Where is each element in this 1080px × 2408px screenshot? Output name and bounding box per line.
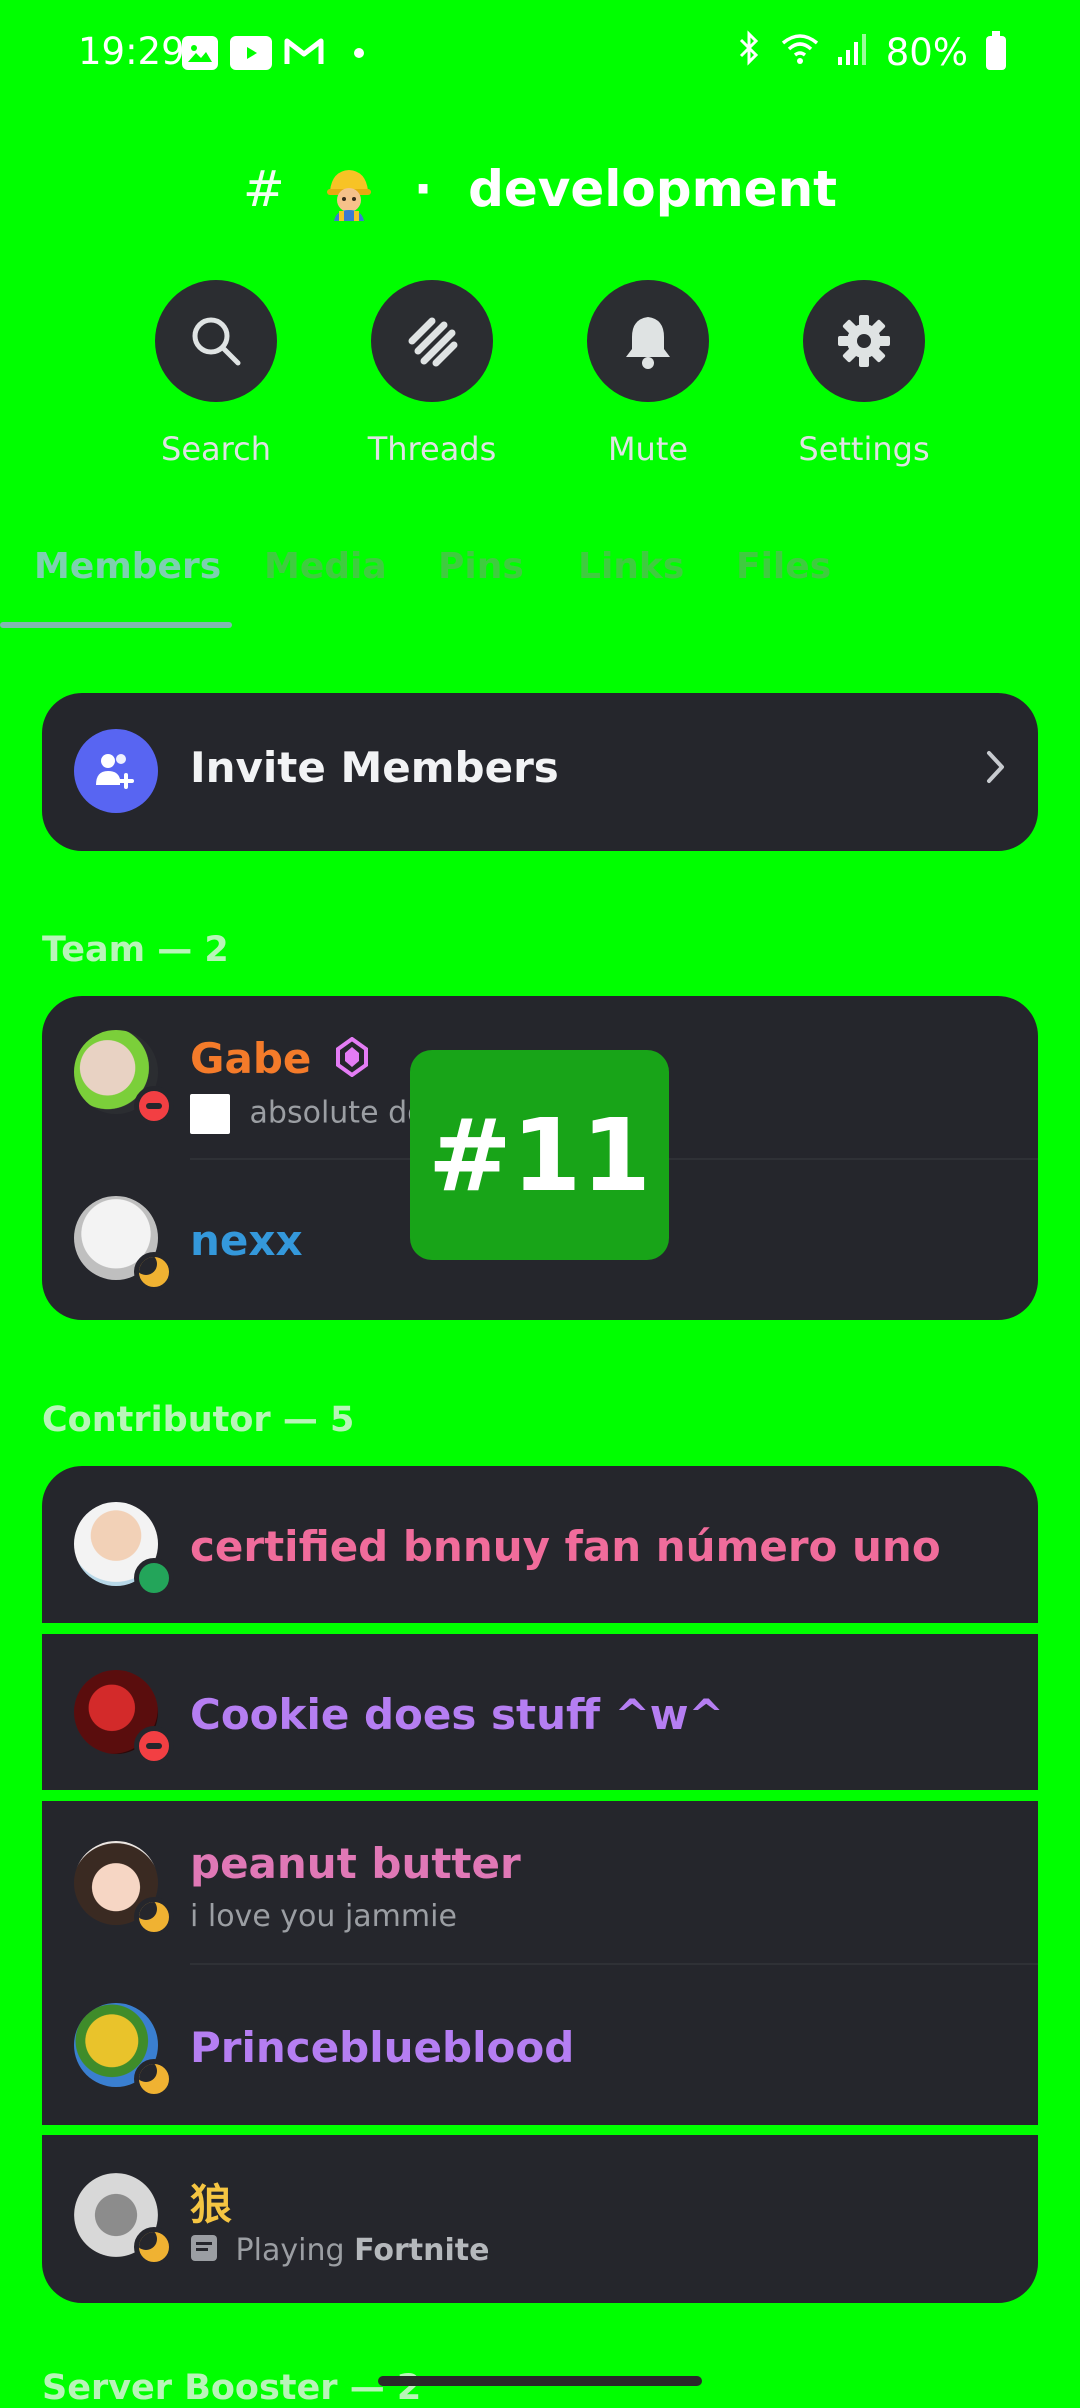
bell-icon [587,280,709,402]
member-activity: Playing Fortnite [190,2233,489,2270]
tab-links[interactable]: Links [578,546,684,587]
status-dnd-icon [134,1726,174,1766]
mute-label: Mute [607,430,689,468]
member-status-text: i love you jammie [190,1899,457,1934]
gmail-icon [284,36,324,70]
status-idle-icon [134,2227,174,2267]
gear-icon [803,280,925,402]
home-indicator[interactable] [378,2376,702,2386]
threads-icon [371,280,493,402]
add-user-icon [74,729,158,813]
member-name: Princeblueblood [190,2023,575,2072]
member-name: certified bnnuy fan número uno [190,1522,941,1571]
tab-pins[interactable]: Pins [438,546,524,587]
invite-members-button[interactable]: Invite Members [42,693,1038,851]
status-bar: 19:29 80% [0,0,1080,110]
invite-members-label: Invite Members [190,743,559,792]
construction-worker-icon [322,165,376,221]
boost-gem-icon [336,1036,368,1087]
member-certified[interactable]: certified bnnuy fan número uno [42,1466,1038,1623]
channel-separator: · [413,160,433,218]
member-prince[interactable]: Princeblueblood [42,1965,1038,2125]
search-icon [155,280,277,402]
activity-name: Fortnite [354,2233,490,2268]
threads-button[interactable]: Threads [332,280,532,468]
bluetooth-icon [736,30,762,75]
youtube-icon [230,36,272,70]
member-name: Gabe [190,1034,368,1087]
member-name: Cookie does stuff ^w^ [190,1690,724,1739]
battery-percent: 80% [885,31,968,74]
wifi-icon [780,31,820,74]
section-header-contributor: Contributor — 5 [42,1400,355,1440]
section-header-server-booster: Server Booster — 2 [42,2368,422,2408]
status-dnd-icon [134,1086,174,1126]
chevron-right-icon [984,745,1008,793]
tab-media[interactable]: Media [264,546,387,587]
search-label: Search [161,430,271,468]
search-button[interactable]: Search [116,280,316,468]
active-tab-indicator [0,622,232,628]
member-name-text: Gabe [190,1034,312,1083]
activity-icon [190,2234,218,2270]
member-cookie[interactable]: Cookie does stuff ^w^ [42,1634,1038,1790]
status-online-icon [134,1558,174,1598]
channel-name: development [468,160,838,218]
battery-icon [986,30,1006,70]
channel-title: # · development [0,160,1080,221]
member-name: 狼 [190,2180,233,2229]
activity-prefix: Playing [235,2233,345,2268]
settings-label: Settings [798,430,930,468]
signal-icon [837,31,868,74]
settings-button[interactable]: Settings [764,280,964,468]
tab-members[interactable]: Members [34,546,221,587]
gallery-icon [182,36,218,70]
member-name: nexx [190,1216,303,1265]
status-idle-icon [134,1252,174,1292]
section-header-team: Team — 2 [42,930,229,970]
status-time: 19:29 [78,30,185,73]
custom-status-emoji-icon [190,1094,230,1134]
mute-button[interactable]: Mute [548,280,748,468]
status-idle-icon [134,2059,174,2099]
threads-label: Threads [367,430,497,468]
overlay-label: #11 [410,1050,669,1260]
tab-bar: Members Media Pins Links Files [0,540,1080,630]
status-idle-icon [134,1897,174,1937]
member-name: peanut butter [190,1839,521,1888]
contributor-list-group: peanut butter i love you jammie Princebl… [42,1801,1038,2125]
tab-files[interactable]: Files [736,546,831,587]
member-peanut[interactable]: peanut butter i love you jammie [42,1801,1038,1963]
member-wolf[interactable]: 狼 Playing Fortnite [42,2135,1038,2303]
channel-hash: # [242,160,285,218]
notification-dot-icon [354,48,364,58]
